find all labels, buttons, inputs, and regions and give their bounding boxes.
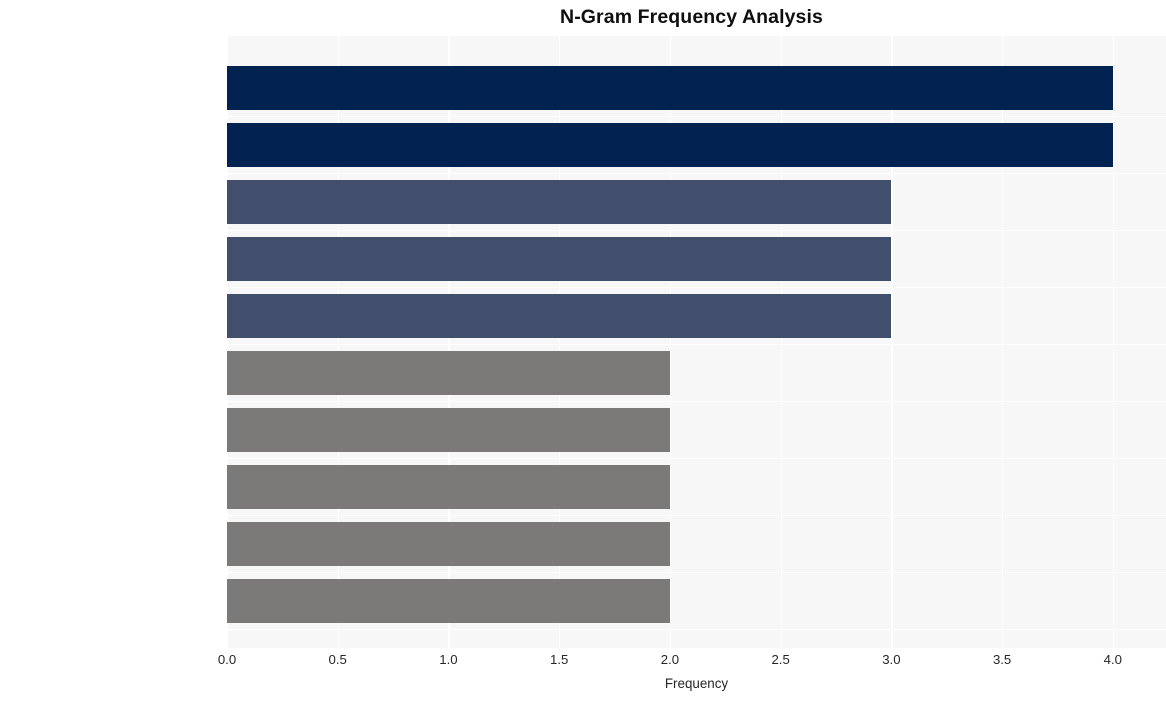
bar	[227, 464, 670, 509]
gridline-vertical	[1112, 36, 1115, 648]
bar	[227, 407, 670, 452]
chart-title: N-Gram Frequency Analysis	[560, 6, 823, 28]
chart-figure: N-Gram Frequency Analysis windows regist…	[0, 0, 1166, 701]
gridline-horizontal	[227, 229, 1166, 232]
bar	[227, 66, 1113, 110]
gridline-horizontal	[227, 628, 1166, 631]
x-axis-tick-label: 1.5	[550, 652, 569, 667]
gridline-horizontal	[227, 400, 1166, 403]
bar	[227, 350, 670, 395]
plot-area	[227, 36, 1166, 648]
gridline-horizontal	[227, 343, 1166, 346]
gridline-horizontal	[227, 457, 1166, 460]
x-axis-tick-label: 0.5	[328, 652, 347, 667]
x-axis-tick-label: 4.0	[1103, 652, 1123, 667]
gridline-horizontal	[227, 571, 1166, 574]
x-axis-tick-label: 3.5	[992, 652, 1012, 667]
gridline-horizontal	[227, 286, 1166, 289]
x-axis-tick-label: 1.0	[439, 652, 458, 667]
bar	[227, 122, 1113, 167]
x-axis-tick-label: 0.0	[217, 652, 237, 667]
gridline-horizontal	[227, 172, 1166, 175]
bar	[227, 521, 670, 566]
x-axis-tick-label: 2.5	[771, 652, 790, 667]
bar	[227, 578, 670, 623]
bar	[227, 236, 892, 281]
gridline-horizontal	[227, 514, 1166, 517]
x-axis-tick-label: 3.0	[882, 652, 901, 667]
gridline-horizontal	[227, 116, 1166, 118]
bar	[227, 293, 892, 338]
x-axis-label: Frequency	[664, 676, 729, 691]
x-axis-tick-label: 2.0	[660, 652, 680, 667]
bar	[227, 179, 892, 224]
